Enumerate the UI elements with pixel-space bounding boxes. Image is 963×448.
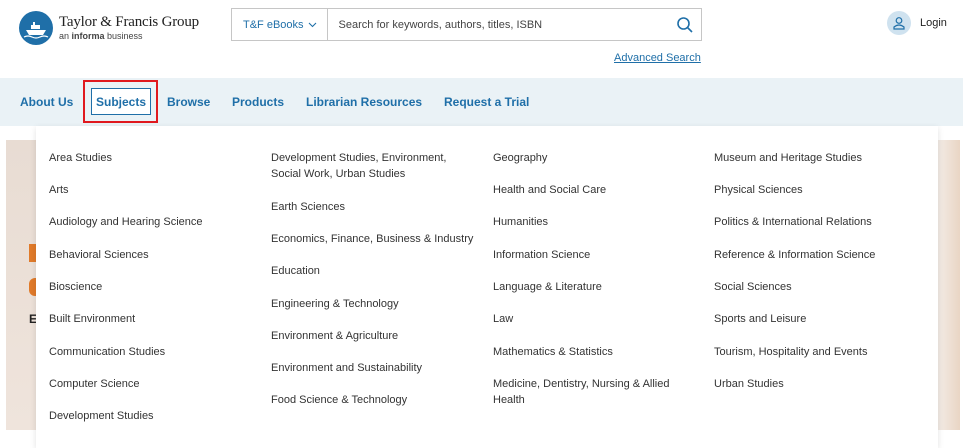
hero-accent-shape — [29, 278, 36, 296]
subject-link[interactable]: Medicine, Dentistry, Nursing & Allied He… — [493, 376, 693, 408]
subject-link[interactable]: Development Studies, Environment, Social… — [271, 150, 471, 182]
nav-item-products[interactable]: Products — [232, 95, 284, 109]
subjects-dropdown-menu: Area Studies Arts Audiology and Hearing … — [36, 126, 938, 448]
subject-link[interactable]: Urban Studies — [714, 376, 784, 392]
subject-link[interactable]: Physical Sciences — [714, 182, 803, 198]
subject-link[interactable]: Social Sciences — [714, 279, 792, 295]
logo-sub-suffix: business — [104, 31, 143, 41]
subject-link[interactable]: Health and Social Care — [493, 182, 606, 198]
logo-sub-brand: informa — [71, 31, 105, 41]
search-bar: T&F eBooks — [231, 8, 702, 41]
subject-link[interactable]: Tourism, Hospitality and Events — [714, 344, 867, 360]
chevron-down-icon — [308, 20, 317, 30]
subject-link[interactable]: Sports and Leisure — [714, 311, 806, 327]
subject-link[interactable]: Arts — [49, 182, 69, 198]
subject-link[interactable]: Behavioral Sciences — [49, 247, 149, 263]
subject-link[interactable]: Law — [493, 311, 513, 327]
subject-link[interactable]: Environment & Agriculture — [271, 328, 398, 344]
nav-item-browse[interactable]: Browse — [167, 95, 210, 109]
subject-link[interactable]: Engineering & Technology — [271, 296, 399, 312]
subject-link[interactable]: Language & Literature — [493, 279, 602, 295]
search-icon — [677, 16, 693, 33]
subject-link[interactable]: Museum and Heritage Studies — [714, 150, 862, 166]
logo-subtitle: an informa business — [59, 32, 199, 41]
hero-image-right — [938, 140, 960, 430]
login-label: Login — [920, 17, 947, 29]
login-button[interactable]: Login — [887, 11, 947, 35]
subject-link[interactable]: Bioscience — [49, 279, 102, 295]
site-logo[interactable]: Taylor & Francis Group an informa busine… — [19, 11, 199, 45]
subject-link[interactable]: Education — [271, 263, 320, 279]
logo-text: Taylor & Francis Group an informa busine… — [59, 15, 199, 41]
subject-link[interactable]: Earth Sciences — [271, 199, 345, 215]
site-header: Taylor & Francis Group an informa busine… — [0, 0, 963, 78]
subject-link[interactable]: Built Environment — [49, 311, 135, 327]
subject-link[interactable]: Development Studies — [49, 408, 154, 424]
nav-item-request-a-trial[interactable]: Request a Trial — [444, 95, 529, 109]
subject-link[interactable]: Mathematics & Statistics — [493, 344, 613, 360]
subject-link[interactable]: Economics, Finance, Business & Industry — [271, 231, 473, 247]
search-button[interactable] — [669, 9, 701, 40]
search-input[interactable] — [327, 9, 669, 40]
subject-link[interactable]: Food Science & Technology — [271, 392, 407, 408]
subject-link[interactable]: Humanities — [493, 214, 548, 230]
subject-link[interactable]: Reference & Information Science — [714, 247, 875, 263]
advanced-search-link[interactable]: Advanced Search — [614, 52, 701, 64]
logo-sub-prefix: an — [59, 31, 72, 41]
subject-link[interactable]: Environment and Sustainability — [271, 360, 422, 376]
subject-link[interactable]: Geography — [493, 150, 547, 166]
subject-link[interactable]: Area Studies — [49, 150, 112, 166]
search-category-label: T&F eBooks — [243, 18, 304, 31]
nav-item-librarian-resources[interactable]: Librarian Resources — [306, 95, 422, 109]
nav-item-about-us[interactable]: About Us — [20, 95, 73, 109]
logo-title: Taylor & Francis Group — [59, 14, 199, 30]
hero-accent-bar — [29, 244, 36, 262]
subject-link[interactable]: Computer Science — [49, 376, 140, 392]
nav-item-subjects[interactable]: Subjects — [91, 88, 151, 115]
subject-link[interactable]: Communication Studies — [49, 344, 165, 360]
subject-link[interactable]: Information Science — [493, 247, 590, 263]
subject-link[interactable]: Audiology and Hearing Science — [49, 214, 203, 230]
subject-link[interactable]: Politics & International Relations — [714, 214, 872, 230]
boat-logo-icon — [19, 11, 53, 45]
user-icon — [887, 11, 911, 35]
search-category-select[interactable]: T&F eBooks — [232, 9, 328, 40]
